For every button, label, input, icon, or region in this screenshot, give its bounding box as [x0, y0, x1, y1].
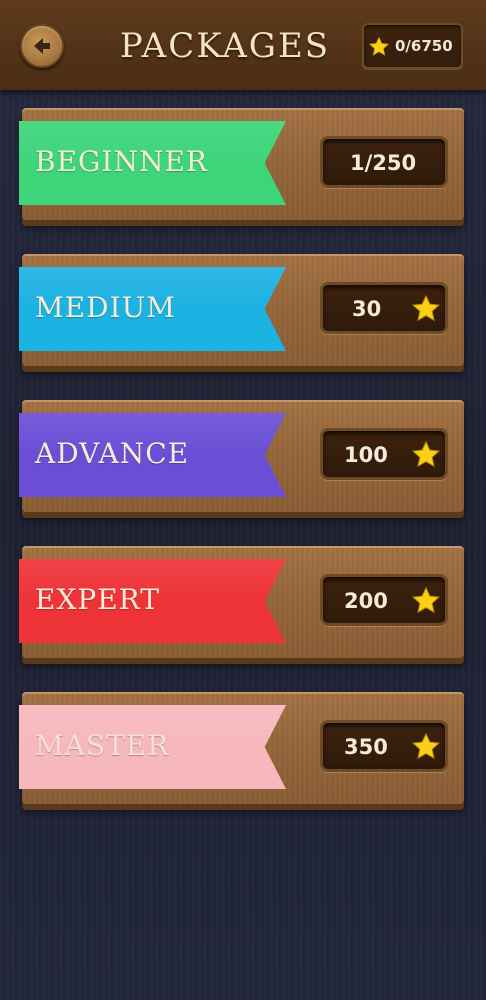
package-medium[interactable]: MEDIUM 30: [19, 254, 464, 366]
star-icon: [368, 36, 390, 56]
package-name: EXPERT: [35, 583, 160, 616]
total-stars-counter: 0/6750: [362, 23, 463, 69]
star-icon: [411, 440, 441, 468]
package-name: BEGINNER: [35, 145, 208, 178]
package-ribbon: EXPERT: [19, 559, 286, 643]
package-requirement-badge: 100: [320, 428, 448, 480]
package-beginner[interactable]: BEGINNER 1/250: [19, 108, 464, 220]
package-master[interactable]: MASTER 350: [19, 692, 464, 804]
package-requirement-badge: 200: [320, 574, 448, 626]
star-icon: [411, 732, 441, 760]
package-ribbon: ADVANCE: [19, 413, 286, 497]
package-required-stars: 350: [344, 735, 388, 759]
package-required-stars: 200: [344, 589, 388, 613]
package-progress-badge: 1/250: [320, 136, 448, 188]
page-title: PACKAGES: [119, 26, 331, 66]
package-requirement-badge: 30: [320, 282, 448, 334]
package-progress-value: 1/250: [350, 151, 417, 175]
package-required-stars: 30: [352, 297, 382, 321]
package-requirement-badge: 350: [320, 720, 448, 772]
package-name: MASTER: [35, 729, 170, 762]
top-bar: PACKAGES 0/6750: [0, 0, 486, 90]
star-icon: [411, 294, 441, 322]
back-arrow-icon: [34, 38, 50, 54]
back-button[interactable]: [20, 24, 64, 68]
package-ribbon: MASTER: [19, 705, 286, 789]
package-advance[interactable]: ADVANCE 100: [19, 400, 464, 512]
star-icon: [411, 586, 441, 614]
package-name: MEDIUM: [35, 291, 176, 324]
package-expert[interactable]: EXPERT 200: [19, 546, 464, 658]
package-ribbon: BEGINNER: [19, 121, 286, 205]
package-ribbon: MEDIUM: [19, 267, 286, 351]
total-stars-value: 0/6750: [395, 37, 453, 55]
package-required-stars: 100: [344, 443, 388, 467]
package-name: ADVANCE: [35, 437, 190, 470]
